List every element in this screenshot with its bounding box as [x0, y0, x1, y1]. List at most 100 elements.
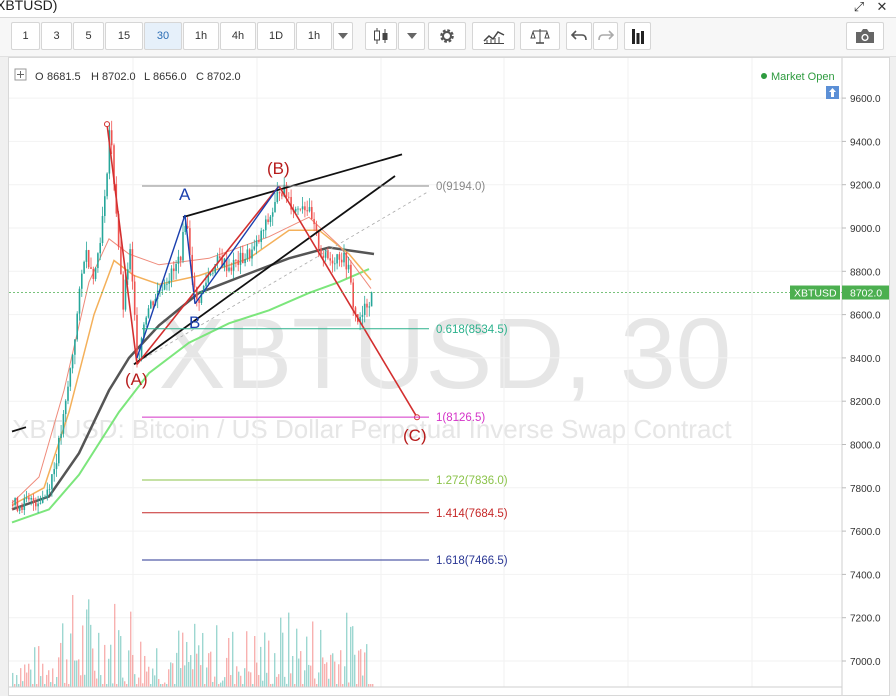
chart-type-dropdown-button[interactable] — [398, 22, 425, 50]
interval-1h-button[interactable]: 1h — [183, 22, 219, 50]
volume-bar — [360, 649, 362, 687]
interval-4h-button[interactable]: 4h — [220, 22, 256, 50]
fullscreen-icon[interactable]: ⤢ — [852, 0, 866, 14]
candle-body — [301, 206, 304, 210]
volume-bar — [12, 672, 14, 687]
fib-level-label: 1.272(7836.0) — [436, 475, 508, 487]
volume-bar — [38, 646, 40, 687]
ohlc-close-value: 8702.0 — [207, 71, 241, 83]
volume-bar — [52, 668, 54, 687]
volume-bar — [158, 678, 160, 687]
candle-body — [317, 230, 320, 249]
candle-body — [288, 196, 290, 198]
candlestick-icon — [374, 28, 388, 44]
close-icon[interactable]: ✕ — [875, 0, 889, 14]
candle-body — [23, 498, 26, 510]
candle-body — [281, 193, 283, 197]
volume-bar — [108, 658, 110, 687]
interval-1m-button[interactable]: 1 — [11, 22, 40, 50]
screenshot-button[interactable] — [846, 22, 884, 50]
volume-bar — [80, 675, 82, 687]
volume-bar — [210, 651, 212, 687]
volume-bar — [354, 654, 356, 687]
volume-bar — [340, 650, 342, 687]
volume-bar — [264, 632, 266, 687]
interval-3m-button[interactable]: 3 — [41, 22, 72, 50]
bar-chart-button[interactable] — [624, 22, 651, 50]
interval-15m-button[interactable]: 15 — [105, 22, 143, 50]
crosshair-icon[interactable] — [14, 68, 27, 81]
ohlc-high-value: 8702.0 — [102, 71, 136, 83]
indicators-button[interactable] — [472, 22, 515, 50]
interval-30m-button[interactable]: 30 — [144, 22, 182, 50]
volume-bar — [338, 664, 340, 687]
candle-body — [28, 497, 30, 500]
volume-bar — [86, 609, 88, 687]
volume-bar — [66, 659, 68, 687]
volume-bar — [40, 676, 42, 687]
candle-body — [64, 400, 67, 415]
candle-body — [265, 219, 267, 231]
axis-tick-label: 7600.0 — [850, 527, 881, 538]
arrow-up-icon[interactable] — [826, 86, 839, 99]
candle-body — [322, 255, 325, 258]
interval-custom-button[interactable]: 1h — [296, 22, 332, 50]
axis-tick-label: 8400.0 — [850, 354, 881, 365]
candle-body — [122, 274, 124, 310]
undo-button[interactable] — [566, 22, 592, 50]
ohlc-legend: O 8681.5 H 8702.0 L 8656.0 C 8702.0 — [14, 68, 241, 83]
volume-bar — [146, 671, 148, 687]
candle-body — [308, 207, 311, 212]
interval-dropdown-button[interactable] — [333, 22, 353, 50]
axis-tick-label: 8600.0 — [850, 311, 881, 322]
candle-body — [35, 502, 37, 507]
candle-body — [343, 252, 345, 263]
volume-bar — [250, 672, 252, 687]
volume-bar — [348, 682, 350, 687]
candle-body — [32, 498, 35, 503]
settings-button[interactable] — [428, 22, 466, 50]
volume-bar — [184, 665, 186, 687]
candle-body — [53, 469, 55, 475]
price-chart[interactable]: XBTUSD, 30 XBTUSD: Bitcoin / US Dollar P… — [9, 58, 890, 696]
candle-body — [193, 277, 196, 288]
interval-1d-button[interactable]: 1D — [257, 22, 295, 50]
volume-bar — [222, 680, 224, 687]
volume-bar — [328, 678, 330, 687]
candle-body — [67, 386, 69, 401]
compare-button[interactable] — [520, 22, 560, 50]
candle-body — [83, 261, 85, 274]
volume-bar — [168, 669, 170, 687]
candle-body — [212, 272, 214, 274]
volume-bar — [318, 672, 320, 687]
interval-5m-button[interactable]: 5 — [73, 22, 104, 50]
volume-bar — [292, 655, 294, 687]
candle-body — [71, 354, 74, 369]
undo-icon — [571, 30, 587, 41]
volume-bar — [156, 648, 158, 687]
axis-tick-label: 8000.0 — [850, 441, 881, 452]
candle-body — [248, 249, 251, 259]
candle-body — [175, 263, 177, 272]
volume-bar — [188, 662, 190, 687]
watermark-description: XBTUSD: Bitcoin / US Dollar Perpetual In… — [12, 414, 732, 444]
candle-body — [46, 489, 49, 498]
subwave-b-up — [194, 185, 280, 305]
redo-button[interactable] — [593, 22, 618, 50]
volume-bar — [172, 663, 174, 687]
ohlc-low-value: 8656.0 — [153, 71, 187, 83]
ohlc-close-label: C — [196, 71, 204, 83]
candle-body — [97, 253, 99, 269]
candle-body — [274, 202, 276, 213]
title-bar: XBTUSD) ⤢ ✕ — [0, 0, 896, 18]
volume-bar — [364, 652, 366, 687]
chart-type-button[interactable] — [365, 22, 397, 50]
volume-bar — [212, 681, 214, 687]
axis-tick-label: 7400.0 — [850, 570, 881, 581]
candle-body — [336, 254, 338, 264]
candle-body — [329, 258, 331, 261]
candle-body — [99, 243, 101, 254]
candle-body — [37, 503, 39, 507]
chart-panel[interactable]: XBTUSD, 30 XBTUSD: Bitcoin / US Dollar P… — [8, 57, 890, 696]
volume-bar — [358, 650, 360, 687]
